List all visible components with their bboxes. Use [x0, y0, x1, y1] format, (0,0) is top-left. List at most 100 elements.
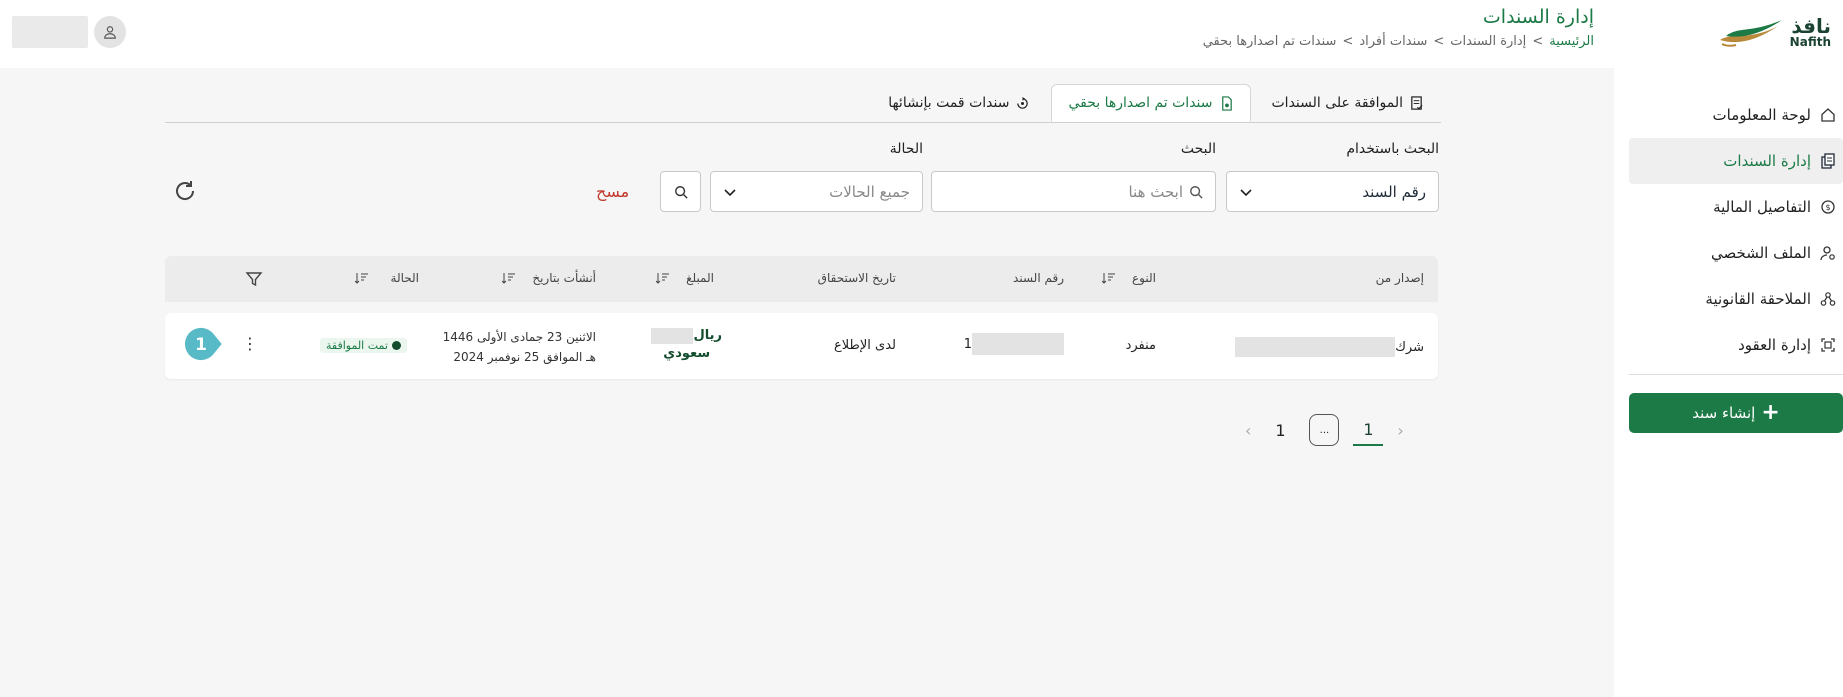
- cell-number: 1: [964, 333, 1064, 355]
- create-bond-button[interactable]: + إنشاء سند: [1629, 393, 1843, 433]
- status-select[interactable]: جميع الحالات: [710, 171, 923, 212]
- table-row[interactable]: شرك منفرد 1 لدى الإطلاع ريال سعودي الاثن…: [165, 313, 1438, 379]
- col-header-created-at[interactable]: أنشأت بتاريخ: [502, 271, 596, 285]
- tabs-divider: [165, 122, 1441, 123]
- pagination-page-current[interactable]: 1: [1353, 414, 1384, 446]
- chevron-down-icon: [724, 188, 736, 196]
- tab-created-by-me[interactable]: سندات قمت بإنشائها: [871, 84, 1047, 122]
- document-issued-icon: [1221, 95, 1232, 111]
- search-icon: [674, 185, 688, 199]
- sort-icon[interactable]: [656, 271, 670, 285]
- row-actions-kebab-icon[interactable]: ⋮: [242, 336, 258, 352]
- cell-created-at: الاثنين 23 جمادى الأولى 1446 هـ الموافق …: [442, 330, 596, 364]
- home-icon: [1817, 104, 1839, 126]
- search-placeholder: ابحث هنا: [1128, 182, 1183, 201]
- search-button[interactable]: [660, 171, 701, 212]
- cell-due-date: لدى الإطلاع: [834, 338, 896, 353]
- sidebar-divider: [1629, 374, 1843, 375]
- logo-text-en: Nafith: [1789, 35, 1831, 49]
- step-marker-number: 1: [195, 335, 207, 355]
- col-header-due-date: تاريخ الاستحقاق: [817, 271, 896, 285]
- refresh-icon[interactable]: [172, 178, 198, 204]
- breadcrumb-separator: >: [1433, 34, 1445, 49]
- sort-icon[interactable]: [354, 271, 369, 285]
- document-created-icon: [1017, 96, 1029, 109]
- sidebar-item-label: لوحة المعلومات: [1712, 106, 1812, 124]
- breadcrumb-separator: >: [1532, 34, 1544, 49]
- tab-issued-against-me[interactable]: سندات تم اصدارها بحقي: [1051, 84, 1251, 122]
- sidebar-item-legal[interactable]: الملاحقة القانونية: [1614, 276, 1843, 322]
- breadcrumb-home[interactable]: الرئيسية: [1549, 34, 1594, 49]
- sidebar-item-label: إدارة السندات: [1723, 152, 1811, 170]
- search-by-label: البحث باستخدام: [1346, 141, 1439, 157]
- sidebar-item-bonds[interactable]: إدارة السندات: [1629, 138, 1843, 184]
- sort-icon[interactable]: [1102, 271, 1116, 285]
- search-input[interactable]: ابحث هنا: [931, 171, 1216, 212]
- plus-icon: +: [1761, 400, 1780, 425]
- sidebar: نافذ Nafith لوحة المعلومات إدارة السندات…: [1614, 0, 1843, 697]
- pagination-page-last[interactable]: 1: [1265, 414, 1295, 446]
- top-header: إدارة السندات الرئيسية > إدارة السندات >…: [0, 0, 1614, 68]
- status-dot-icon: [391, 341, 401, 350]
- col-header-status[interactable]: الحالة: [354, 271, 419, 285]
- cell-issuer: شرك: [1235, 337, 1424, 357]
- logo-mark-icon: [1719, 20, 1782, 47]
- breadcrumb-individual[interactable]: سندات أفراد: [1359, 34, 1427, 49]
- sidebar-item-financial[interactable]: $ التفاصيل المالية: [1614, 184, 1843, 230]
- clear-filters-link[interactable]: مسح: [596, 182, 629, 201]
- logo-text-ar: نافذ: [1791, 14, 1831, 38]
- sidebar-item-label: الملف الشخصي: [1711, 244, 1811, 262]
- sidebar-item-contracts[interactable]: إدارة العقود: [1614, 322, 1843, 368]
- col-header-amount[interactable]: المبلغ: [656, 271, 714, 285]
- status-value: جميع الحالات: [829, 182, 910, 201]
- user-name-redacted: [12, 16, 88, 48]
- tab-label: سندات قمت بإنشائها: [888, 95, 1010, 111]
- search-by-select[interactable]: رقم السند: [1226, 171, 1439, 212]
- cell-amount: ريال سعودي: [651, 327, 722, 363]
- tab-approval[interactable]: الموافقة على السندات: [1255, 84, 1442, 122]
- documents-icon: [1817, 150, 1839, 172]
- redacted-amount: [651, 328, 694, 344]
- tab-label: سندات تم اصدارها بحقي: [1068, 95, 1213, 111]
- search-label: البحث: [1180, 141, 1216, 157]
- bond-tabs: الموافقة على السندات سندات تم اصدارها بح…: [871, 84, 1441, 122]
- col-header-issuer: إصدار من: [1375, 271, 1424, 285]
- page-title: إدارة السندات: [1482, 6, 1594, 28]
- breadcrumb-separator: >: [1342, 34, 1354, 49]
- svg-text:$: $: [1825, 203, 1830, 212]
- sidebar-item-label: التفاصيل المالية: [1713, 198, 1811, 216]
- breadcrumb-current: سندات تم اصدارها بحقي: [1202, 34, 1337, 49]
- user-menu[interactable]: [12, 16, 126, 48]
- sidebar-item-dashboard[interactable]: لوحة المعلومات: [1614, 92, 1843, 138]
- user-icon: [104, 26, 116, 39]
- filter-icon[interactable]: [245, 270, 263, 288]
- user-avatar[interactable]: [94, 16, 126, 48]
- col-header-type[interactable]: النوع: [1102, 271, 1156, 285]
- cell-type: منفرد: [1125, 338, 1156, 353]
- status-badge: تمت الموافقة: [320, 338, 407, 353]
- pagination-ellipsis[interactable]: ...: [1309, 414, 1340, 446]
- create-bond-label: إنشاء سند: [1692, 404, 1756, 422]
- chevron-down-icon: [1240, 188, 1252, 196]
- nafith-logo[interactable]: نافذ Nafith: [1716, 14, 1831, 50]
- sidebar-item-label: إدارة العقود: [1738, 336, 1811, 354]
- search-by-value: رقم السند: [1362, 182, 1426, 201]
- sort-icon[interactable]: [502, 271, 516, 285]
- approval-icon: [1411, 95, 1423, 110]
- pagination: ‹ 1 ... 1 ›: [1245, 414, 1404, 446]
- tab-label: الموافقة على السندات: [1271, 95, 1404, 111]
- user-settings-icon: [1817, 242, 1839, 264]
- contract-icon: [1817, 334, 1839, 356]
- step-marker-badge: 1: [182, 325, 224, 363]
- redacted-number: [972, 333, 1064, 355]
- pagination-next-icon[interactable]: ›: [1245, 421, 1251, 440]
- redacted-issuer: [1235, 337, 1396, 357]
- pagination-prev-icon[interactable]: ‹: [1397, 421, 1403, 440]
- status-label: الحالة: [889, 141, 923, 157]
- search-icon: [1190, 185, 1203, 199]
- sidebar-item-profile[interactable]: الملف الشخصي: [1614, 230, 1843, 276]
- breadcrumb-bonds[interactable]: إدارة السندات: [1450, 34, 1526, 49]
- money-icon: $: [1817, 196, 1839, 218]
- legal-icon: [1817, 288, 1839, 310]
- sidebar-item-label: الملاحقة القانونية: [1705, 290, 1811, 308]
